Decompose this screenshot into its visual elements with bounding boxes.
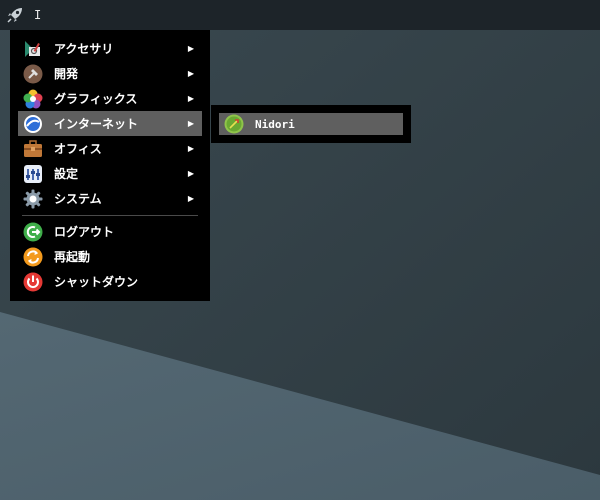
- menu-item-label: オフィス: [54, 142, 102, 156]
- rocket-icon: [7, 8, 22, 23]
- menu-item-office[interactable]: オフィス ▶: [18, 136, 202, 161]
- menu-item-label: インターネット: [54, 117, 139, 131]
- menu-item-label: グラフィックス: [54, 92, 138, 106]
- submenu-arrow-icon: ▶: [187, 94, 194, 103]
- reboot-icon: [23, 247, 43, 267]
- submenu-arrow-icon: ▶: [187, 119, 194, 128]
- shutdown-icon: [23, 272, 43, 292]
- taskbar: I: [0, 0, 600, 30]
- submenu-arrow-icon: ▶: [187, 194, 194, 203]
- menu-item-label: 開発: [54, 67, 79, 81]
- office-icon: [23, 139, 43, 159]
- app-menu: アクセサリ ▶ 開発 ▶ グラフィックス ▶ インターネット ▶ オフィス ▶ …: [10, 30, 210, 301]
- menu-item-graphics[interactable]: グラフィックス ▶: [18, 86, 202, 111]
- menu-item-label: 設定: [54, 167, 79, 181]
- shutdown-button[interactable]: シャットダウン: [18, 269, 202, 294]
- submenu-arrow-icon: ▶: [187, 169, 194, 178]
- system-icon: [23, 189, 43, 209]
- submenu-item-midori[interactable]: Nidori: [219, 113, 403, 135]
- menu-item-label: 再起動: [54, 250, 91, 264]
- menu-item-accessories[interactable]: アクセサリ ▶: [18, 36, 202, 61]
- settings-icon: [23, 164, 43, 184]
- internet-icon: [23, 114, 43, 134]
- logout-icon: [23, 222, 43, 242]
- submenu-arrow-icon: ▶: [187, 144, 194, 153]
- internet-submenu: Nidori: [211, 105, 411, 143]
- menu-item-internet[interactable]: インターネット ▶: [18, 111, 202, 136]
- taskbar-text: I: [34, 8, 42, 22]
- accessories-icon: [23, 39, 43, 59]
- menu-item-label: ログアウト: [54, 225, 115, 239]
- midori-icon: [224, 114, 244, 134]
- menu-item-label: システム: [54, 192, 102, 206]
- graphics-icon: [23, 89, 43, 109]
- menu-separator: [22, 215, 198, 216]
- menu-item-label: Nidori: [255, 117, 295, 131]
- submenu-arrow-icon: ▶: [187, 44, 194, 53]
- menu-item-settings[interactable]: 設定 ▶: [18, 161, 202, 186]
- menu-item-label: シャットダウン: [54, 275, 139, 289]
- submenu-arrow-icon: ▶: [187, 69, 194, 78]
- app-launcher-button[interactable]: [0, 0, 30, 30]
- menu-item-development[interactable]: 開発 ▶: [18, 61, 202, 86]
- menu-item-label: アクセサリ: [54, 42, 114, 56]
- logout-button[interactable]: ログアウト: [18, 219, 202, 244]
- reboot-button[interactable]: 再起動: [18, 244, 202, 269]
- menu-item-system[interactable]: システム ▶: [18, 186, 202, 211]
- development-icon: [23, 64, 43, 84]
